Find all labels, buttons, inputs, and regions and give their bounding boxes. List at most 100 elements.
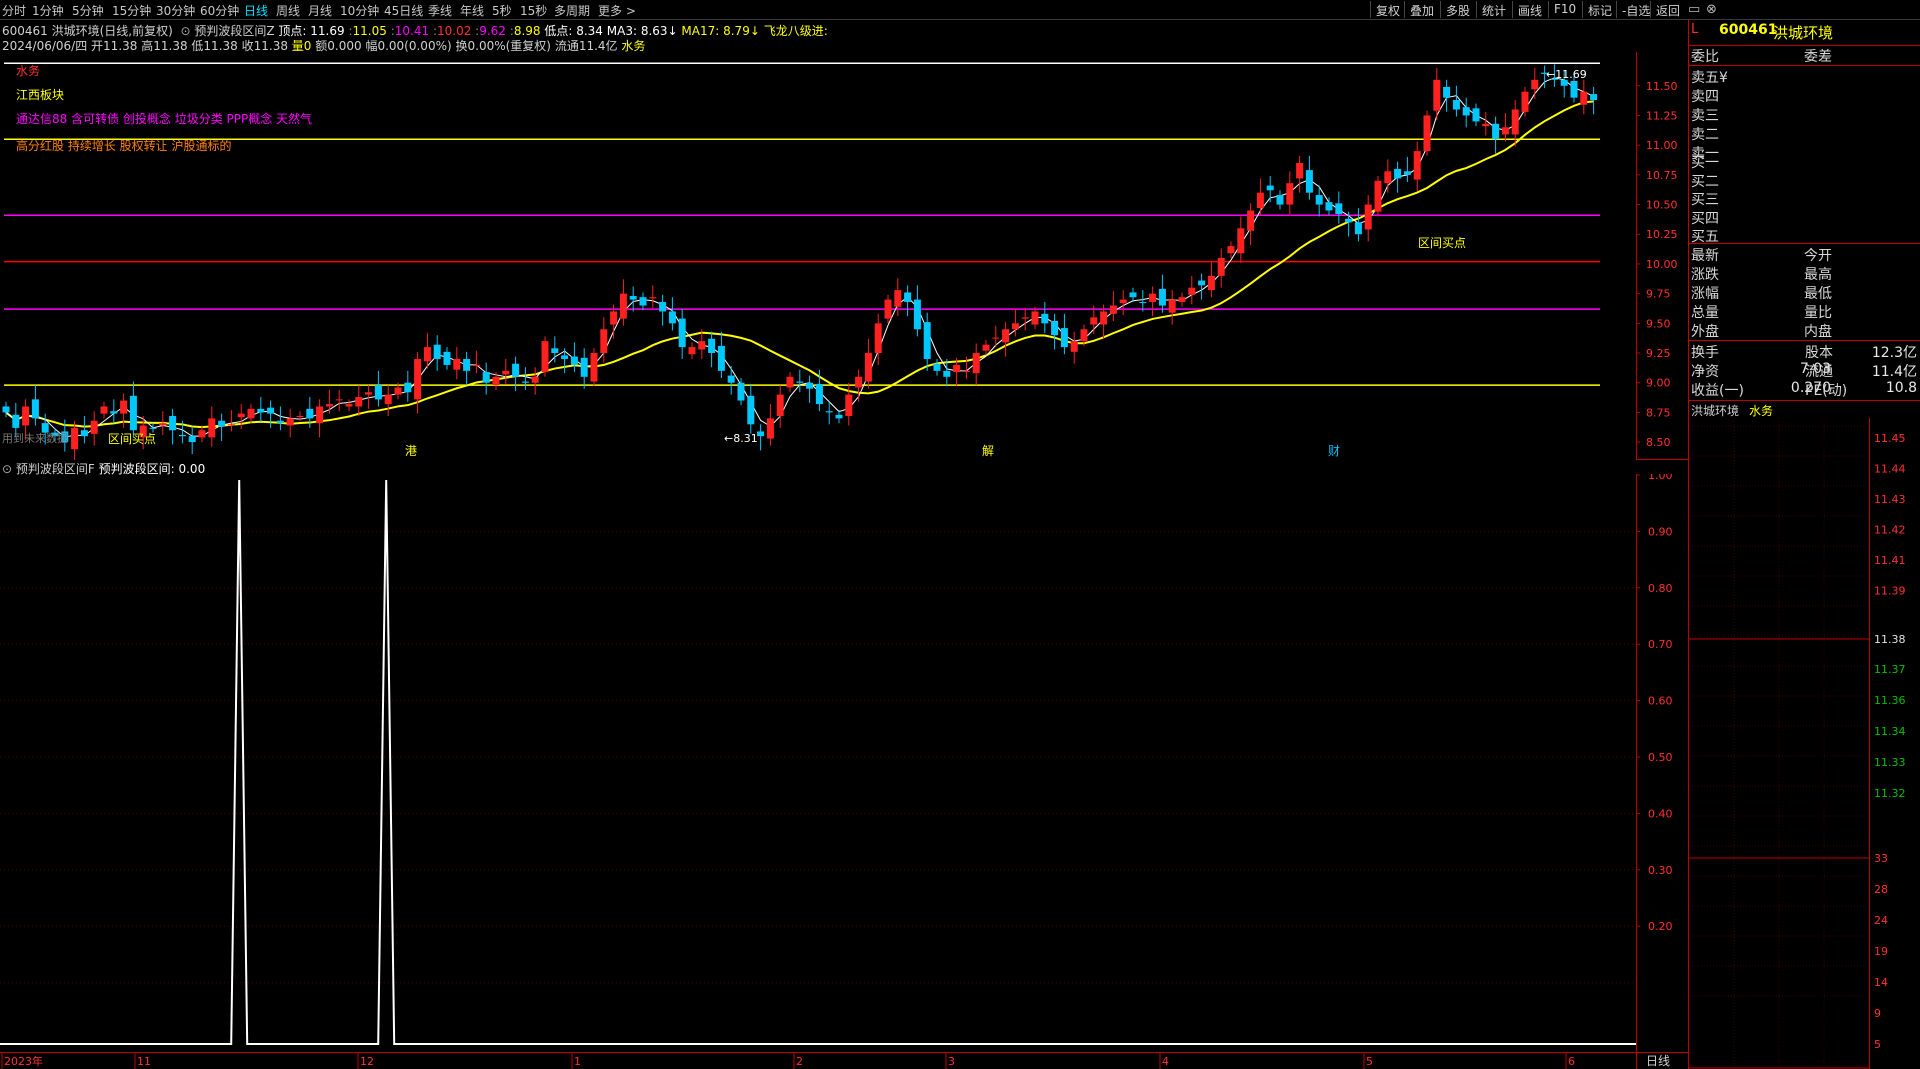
candle[interactable] <box>541 336 549 377</box>
candle[interactable] <box>1256 178 1264 216</box>
candle[interactable] <box>1119 290 1127 316</box>
candle[interactable] <box>1364 195 1372 242</box>
candle[interactable] <box>864 338 872 389</box>
candle[interactable] <box>1129 287 1137 302</box>
candle[interactable] <box>1423 110 1431 156</box>
candle[interactable] <box>1002 322 1010 357</box>
toolbar-1[interactable]: 叠加 <box>1404 1 1439 18</box>
candle[interactable] <box>904 285 912 317</box>
candle[interactable] <box>355 385 363 416</box>
indicator-chart[interactable] <box>0 474 1636 1052</box>
candle[interactable] <box>159 411 167 435</box>
candle[interactable] <box>727 366 735 395</box>
candle[interactable] <box>972 343 980 386</box>
candle[interactable] <box>992 325 1000 348</box>
event-marker-cai[interactable]: 财 <box>1328 442 1340 459</box>
candle[interactable] <box>335 389 343 412</box>
period-12[interactable]: 年线 <box>460 2 484 19</box>
period-8[interactable]: 月线 <box>308 2 332 19</box>
period-3[interactable]: 15分钟 <box>112 2 151 19</box>
candle[interactable] <box>776 385 784 428</box>
toolbar-0[interactable]: 复权 <box>1370 1 1405 18</box>
candle[interactable] <box>1374 176 1382 217</box>
period-6[interactable]: 日线 <box>244 2 268 19</box>
candle[interactable] <box>1482 111 1490 136</box>
candle[interactable] <box>619 279 627 326</box>
candle[interactable] <box>316 399 324 438</box>
candle[interactable] <box>1217 248 1225 288</box>
candle[interactable] <box>1531 67 1539 99</box>
candle[interactable] <box>237 404 245 430</box>
candle[interactable] <box>629 286 637 312</box>
candle[interactable] <box>80 415 88 444</box>
candle[interactable] <box>923 312 931 371</box>
candle[interactable] <box>1501 113 1509 142</box>
candle[interactable] <box>531 367 539 395</box>
candle[interactable] <box>1296 155 1304 193</box>
period-10[interactable]: 45日线 <box>384 2 423 19</box>
candle[interactable] <box>1021 307 1029 331</box>
period-11[interactable]: 季线 <box>428 2 452 19</box>
event-marker-gang[interactable]: 港 <box>405 442 417 459</box>
candle[interactable] <box>1207 261 1215 298</box>
candle[interactable] <box>208 406 216 447</box>
candle[interactable] <box>580 348 588 389</box>
candle[interactable] <box>247 404 255 424</box>
candle[interactable] <box>1060 313 1068 355</box>
period-0[interactable]: 分时 <box>2 2 26 19</box>
candle[interactable] <box>806 375 814 403</box>
candle[interactable] <box>31 385 39 426</box>
candle[interactable] <box>1452 85 1460 117</box>
period-9[interactable]: 10分钟 <box>340 2 379 19</box>
candle[interactable] <box>1031 306 1039 330</box>
candle[interactable] <box>1335 191 1343 224</box>
candle[interactable] <box>570 342 578 373</box>
candle[interactable] <box>463 351 471 386</box>
candle[interactable] <box>1472 103 1480 127</box>
candle[interactable] <box>443 347 451 370</box>
candle[interactable] <box>1492 116 1500 154</box>
candle[interactable] <box>1158 274 1166 313</box>
candle[interactable] <box>737 377 745 406</box>
period-5[interactable]: 60分钟 <box>200 2 239 19</box>
candle[interactable] <box>1354 208 1362 242</box>
candle[interactable] <box>1325 197 1333 216</box>
candle[interactable] <box>1237 216 1245 263</box>
candle[interactable] <box>1051 313 1059 350</box>
candle[interactable] <box>267 400 275 428</box>
candle[interactable] <box>855 369 863 402</box>
candle[interactable] <box>1266 176 1274 203</box>
candle[interactable] <box>374 370 382 407</box>
candle[interactable] <box>1413 141 1421 192</box>
candle[interactable] <box>835 410 843 424</box>
candle[interactable] <box>1149 286 1157 317</box>
candle[interactable] <box>110 399 118 424</box>
period-15[interactable]: 多周期 <box>554 2 590 19</box>
candle[interactable] <box>1305 155 1313 200</box>
candle[interactable] <box>551 336 559 363</box>
candle[interactable] <box>1462 97 1470 128</box>
candle[interactable] <box>286 408 294 438</box>
candle[interactable] <box>188 426 196 454</box>
candle[interactable] <box>1188 275 1196 305</box>
candle[interactable] <box>227 410 235 432</box>
candle[interactable] <box>414 351 422 414</box>
candle[interactable] <box>1168 290 1176 325</box>
candle[interactable] <box>1276 190 1284 210</box>
candle[interactable] <box>1443 79 1451 112</box>
candle[interactable] <box>482 362 490 395</box>
candle[interactable] <box>453 347 461 380</box>
candle[interactable] <box>1403 157 1411 182</box>
candle[interactable] <box>747 383 755 434</box>
event-marker-jie[interactable]: 解 <box>982 442 994 459</box>
period-16[interactable]: 更多 > <box>598 2 636 19</box>
candle[interactable] <box>1139 290 1147 312</box>
candle[interactable] <box>433 335 441 371</box>
candle[interactable] <box>345 399 353 412</box>
toolbar-3[interactable]: 统计 <box>1476 1 1511 18</box>
candle[interactable] <box>257 396 265 422</box>
candle[interactable] <box>404 370 412 402</box>
period-13[interactable]: 5秒 <box>492 2 512 19</box>
toolbar-5[interactable]: F10 <box>1548 1 1581 18</box>
candle[interactable] <box>1394 161 1402 193</box>
